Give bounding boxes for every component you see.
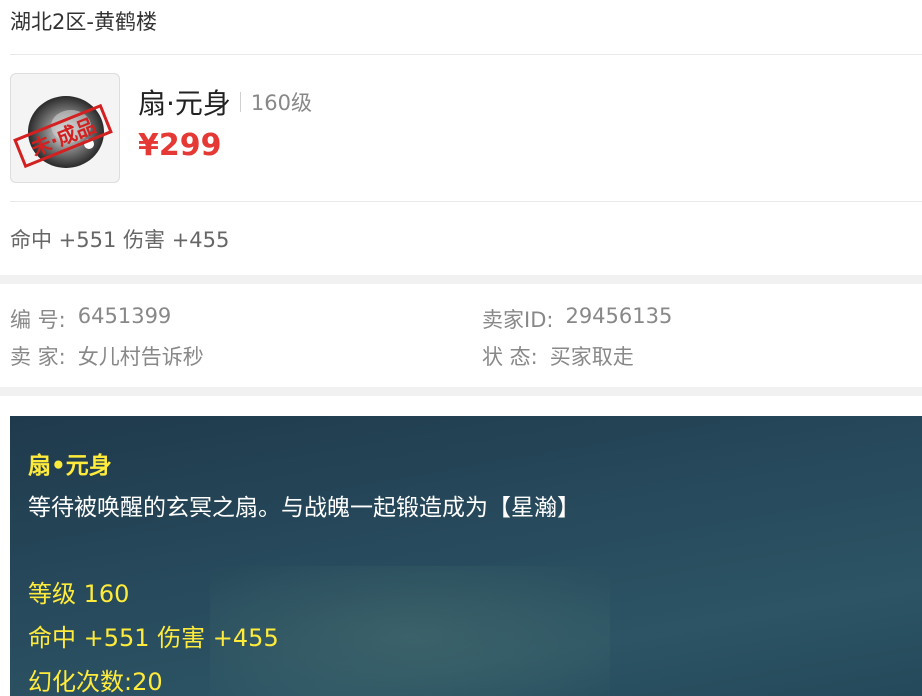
detail-description: 等待被唤醒的玄冥之扇。与战魄一起锻造成为【星瀚】 [28,495,580,521]
info-seller-id: 卖家ID: 29456135 [482,304,672,334]
item-title-row: 扇·元身 160级 [138,82,312,122]
info-value: 买家取走 [549,345,634,369]
item-detail-panel: 扇•元身 等待被唤醒的玄冥之扇。与战魄一起锻造成为【星瀚】 等级 160 命中 … [10,416,922,696]
info-item-id: 编 号: 6451399 [10,304,171,334]
info-label: 状 态: [482,345,538,369]
divider [10,201,922,202]
info-label: 卖家ID: [482,308,554,332]
item-stats: 命中 +551 伤害 +455 [10,228,230,252]
detail-level: 等级 160 [28,580,130,608]
divider [10,54,922,55]
info-value[interactable]: 女儿村告诉秒 [78,341,204,371]
section-separator [0,275,922,284]
info-status: 状 态: 买家取走 [482,341,634,371]
detail-stats: 命中 +551 伤害 +455 [28,624,279,652]
section-separator [0,387,922,396]
info-value: 29456135 [565,304,673,328]
info-value: 6451399 [77,304,172,328]
info-label: 编 号: [10,308,66,332]
info-label: 卖 家: [10,345,66,369]
separator [239,92,241,112]
server-name: 湖北2区-黄鹤楼 [10,10,157,34]
item-name: 扇·元身 [138,87,231,120]
info-seller: 卖 家: 女儿村告诉秒 [10,341,204,371]
item-thumbnail[interactable]: 未·成品 [10,73,120,183]
item-level: 160级 [250,91,312,115]
fan-item-icon: 未·成品 [13,96,113,169]
detail-title: 扇•元身 [28,453,112,479]
item-price: ¥299 [138,128,222,163]
detail-transform-count: 幻化次数:20 [28,668,163,696]
